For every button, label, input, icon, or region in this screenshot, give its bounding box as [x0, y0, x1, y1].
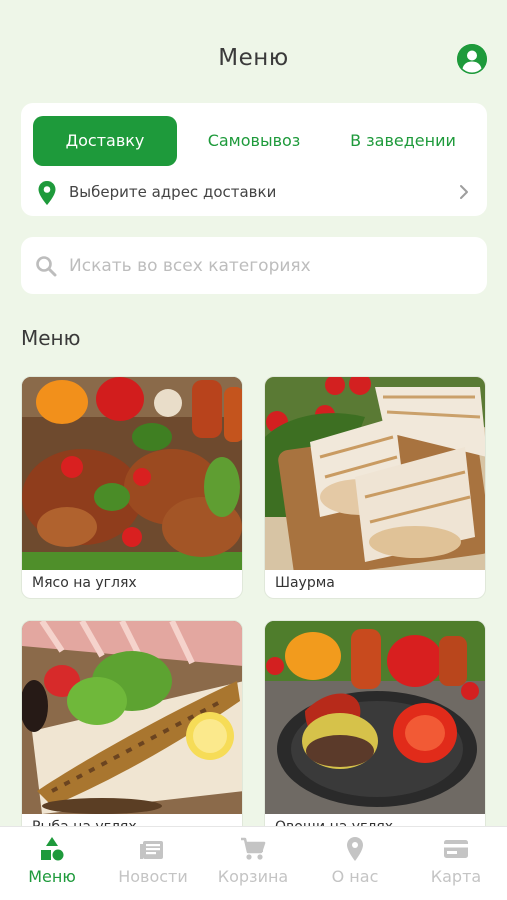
section-title: Меню [21, 326, 81, 350]
app-header: Меню [0, 0, 507, 120]
category-card-shawarma[interactable]: Шаурма [264, 376, 486, 599]
search-bar [21, 237, 487, 294]
delivery-mode-card: Доставку Самовывоз В заведении Выберите … [21, 103, 487, 216]
profile-button[interactable] [457, 44, 487, 74]
tab-dine-in[interactable]: В заведении [333, 116, 473, 166]
search-icon [36, 256, 57, 277]
category-label: Мясо на углях [32, 575, 137, 591]
credit-card-icon [444, 840, 468, 858]
tab-delivery[interactable]: Доставку [33, 116, 177, 166]
bottom-navigation: Меню Новости Корзина О нас Карта [0, 826, 507, 900]
nav-item-cart[interactable]: Корзина [207, 835, 299, 895]
location-pin-icon [38, 181, 56, 205]
search-input[interactable] [69, 251, 469, 281]
category-card-grilled-fish[interactable]: Рыба на углях [21, 620, 243, 843]
category-card-grilled-vegetables[interactable]: Овощи на углях [264, 620, 486, 843]
nav-item-card[interactable]: Карта [410, 835, 502, 895]
category-card-grilled-meat[interactable]: Мясо на углях [21, 376, 243, 599]
location-pin-icon [347, 837, 363, 861]
delivery-address-selector[interactable]: Выберите адрес доставки [33, 176, 475, 210]
category-image [265, 377, 485, 570]
page-title: Меню [218, 45, 289, 71]
tab-pickup[interactable]: Самовывоз [193, 116, 315, 166]
chevron-right-icon [460, 185, 468, 199]
category-label: Шаурма [275, 575, 335, 591]
nav-label: Новости [118, 867, 188, 886]
category-image [265, 621, 485, 814]
news-icon [140, 841, 163, 859]
nav-label: Карта [430, 867, 482, 886]
user-icon [457, 44, 487, 74]
shapes-icon [41, 837, 64, 861]
nav-label: Корзина [217, 867, 289, 886]
cart-icon [241, 837, 266, 860]
nav-item-menu[interactable]: Меню [6, 835, 98, 895]
nav-label: Меню [28, 867, 76, 886]
delivery-address-placeholder: Выберите адрес доставки [69, 183, 277, 201]
nav-item-about[interactable]: О нас [309, 835, 401, 895]
nav-item-news[interactable]: Новости [107, 835, 199, 895]
nav-label: О нас [331, 867, 379, 886]
category-image [22, 621, 242, 814]
category-image [22, 377, 242, 570]
